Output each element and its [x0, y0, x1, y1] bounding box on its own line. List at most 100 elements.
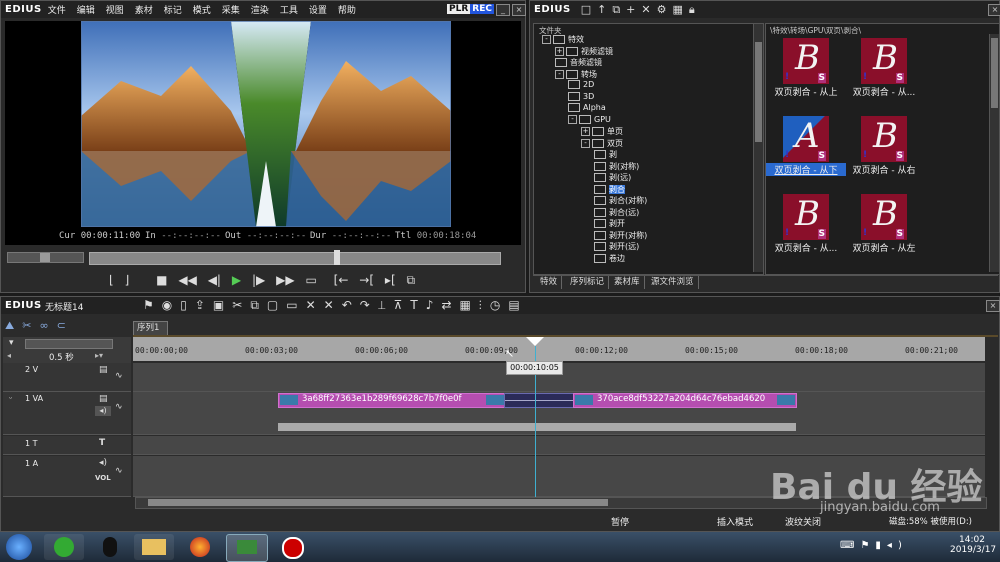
- expand-node-icon[interactable]: +: [581, 127, 590, 136]
- save-icon[interactable]: ▣: [213, 298, 232, 312]
- timeline-close-button[interactable]: ×: [983, 300, 1000, 312]
- lock-icon[interactable]: 🔒︎: [689, 3, 701, 16]
- tree-item[interactable]: 剥开: [594, 218, 625, 229]
- tree-item[interactable]: 3D: [568, 91, 594, 103]
- minimize-button[interactable]: _: [493, 4, 510, 16]
- properties-icon[interactable]: ⚙: [657, 3, 673, 16]
- zoom-value[interactable]: 0.5 秒: [49, 351, 74, 363]
- thumbs-scrollbar[interactable]: [989, 34, 999, 272]
- transition-thumbnail[interactable]: B S!: [861, 116, 907, 162]
- replace-icon[interactable]: ▭: [286, 298, 305, 312]
- menu-file[interactable]: 文件: [48, 6, 66, 16]
- menu-marker[interactable]: 标记: [164, 6, 182, 16]
- clip-2[interactable]: 370ace8df53227a204d64c76ebad4620: [573, 393, 797, 408]
- vol-label[interactable]: VOL: [95, 474, 111, 482]
- tree-item[interactable]: + 单页: [581, 126, 623, 137]
- insert-icon[interactable]: [←: [334, 273, 349, 287]
- tab-effects[interactable]: 特效: [536, 276, 563, 289]
- mic-icon[interactable]: ♪: [426, 298, 442, 312]
- loop-icon[interactable]: ▭: [305, 273, 316, 287]
- video-track-icon[interactable]: ▤: [99, 365, 108, 375]
- tab-sequence-markers[interactable]: 序列标记: [566, 276, 610, 289]
- copy-icon[interactable]: ⧉: [612, 3, 626, 16]
- delete-clip-icon[interactable]: ✕: [324, 298, 342, 312]
- tree-item[interactable]: 剥(对称): [594, 161, 639, 172]
- audio-clip-bar[interactable]: [278, 423, 796, 431]
- taskbar-explorer[interactable]: [134, 534, 174, 560]
- start-button-icon[interactable]: [6, 534, 32, 560]
- tree-item[interactable]: - GPU: [568, 114, 611, 126]
- collapse-node-icon[interactable]: -: [555, 69, 564, 79]
- collapse-node-icon[interactable]: -: [568, 114, 577, 124]
- tree-item[interactable]: 剥合: [594, 184, 625, 195]
- transition-thumbnail-label[interactable]: 双页剥合 - 从...: [766, 241, 846, 254]
- render-icon[interactable]: ⇄: [441, 298, 459, 312]
- snap-icon[interactable]: ⊼: [394, 298, 411, 312]
- tree-scroll-thumb[interactable]: [755, 42, 762, 142]
- volume-icon[interactable]: ◂): [887, 540, 908, 551]
- menu-view[interactable]: 视图: [106, 6, 124, 16]
- insert-clip-icon[interactable]: ▢: [267, 298, 286, 312]
- play-icon[interactable]: ▶: [232, 273, 241, 287]
- tree-item[interactable]: 剥合(远): [594, 207, 639, 218]
- transition-thumbnail[interactable]: B S!: [783, 38, 829, 84]
- menu-settings[interactable]: 设置: [309, 6, 327, 16]
- zoom-inc-icon[interactable]: ▸▾: [95, 351, 103, 360]
- taskbar-recorder[interactable]: [272, 534, 312, 560]
- layout-icon[interactable]: ▤: [508, 298, 527, 312]
- track-1t-lane[interactable]: [133, 436, 985, 455]
- collapse-icon[interactable]: ▾: [9, 338, 14, 348]
- menu-render[interactable]: 渲染: [251, 6, 269, 16]
- track-expand-icon[interactable]: ᵕ: [9, 394, 12, 403]
- folder-icon[interactable]: □: [581, 3, 597, 16]
- tree-item[interactable]: - 转场: [555, 69, 597, 80]
- action-center-icon[interactable]: ⚑: [860, 540, 875, 551]
- timeline-scroll-thumb[interactable]: [148, 499, 608, 506]
- paste-icon[interactable]: ⧉: [250, 298, 267, 312]
- position-bar[interactable]: [89, 250, 501, 265]
- step-forward-icon[interactable]: |▶: [252, 273, 265, 287]
- title-track-icon[interactable]: T: [99, 438, 105, 448]
- ripple-delete-icon[interactable]: ✕: [306, 298, 324, 312]
- menu-tools[interactable]: 工具: [280, 6, 298, 16]
- capture-icon[interactable]: ◉: [162, 298, 180, 312]
- shuttle-slider[interactable]: [7, 252, 84, 263]
- menu-edit[interactable]: 编辑: [77, 6, 95, 16]
- tree-item[interactable]: + 视频滤镜: [555, 46, 613, 57]
- audio-track-icon[interactable]: ◂): [99, 458, 107, 468]
- open-icon[interactable]: ⇪: [195, 298, 213, 312]
- zoom-slider[interactable]: [25, 339, 113, 349]
- transition-thumbnail[interactable]: B S!: [861, 194, 907, 240]
- tree-item[interactable]: 卷边: [594, 253, 625, 264]
- taskbar-qq[interactable]: [90, 534, 130, 560]
- tab-clip-library[interactable]: 素材库: [610, 276, 645, 289]
- network-icon[interactable]: ▮: [875, 540, 887, 551]
- mode-normal-icon[interactable]: ⛰: [5, 319, 22, 332]
- mode-group-icon[interactable]: ⊂: [57, 319, 74, 332]
- clock[interactable]: 14:02 2019/3/17: [950, 535, 996, 555]
- set-out-icon[interactable]: ⌋: [125, 273, 130, 287]
- meter-icon[interactable]: ◷: [490, 298, 508, 312]
- menu-mode[interactable]: 模式: [193, 6, 211, 16]
- expand-node-icon[interactable]: +: [555, 46, 564, 56]
- transition-clip[interactable]: [504, 393, 575, 408]
- transition-thumbnail[interactable]: B S!: [783, 194, 829, 240]
- tree-item[interactable]: 2D: [568, 80, 594, 91]
- sequence-settings-icon[interactable]: ⚑: [143, 298, 162, 312]
- tree-item[interactable]: 剥: [594, 149, 617, 160]
- transition-thumbnail[interactable]: B S!: [861, 38, 907, 84]
- sync-icon[interactable]: ∿: [115, 371, 123, 381]
- transition-thumbnail-label[interactable]: 双页剥合 - 从左: [844, 241, 924, 254]
- stop-icon[interactable]: ■: [156, 273, 167, 287]
- mixer-icon[interactable]: ⫶: [479, 298, 490, 312]
- storyboard-icon[interactable]: ▦: [460, 298, 479, 312]
- up-icon[interactable]: ↑: [597, 3, 612, 16]
- set-in-icon[interactable]: ⌊: [109, 273, 114, 287]
- redo-icon[interactable]: ↷: [360, 298, 378, 312]
- sequence-tab[interactable]: 序列1: [133, 321, 168, 336]
- collapse-node-icon[interactable]: -: [581, 138, 590, 148]
- title-icon[interactable]: T: [410, 298, 425, 312]
- delete-icon[interactable]: ✕: [641, 3, 656, 16]
- menu-clip[interactable]: 素材: [135, 6, 153, 16]
- position-handle[interactable]: [334, 250, 340, 265]
